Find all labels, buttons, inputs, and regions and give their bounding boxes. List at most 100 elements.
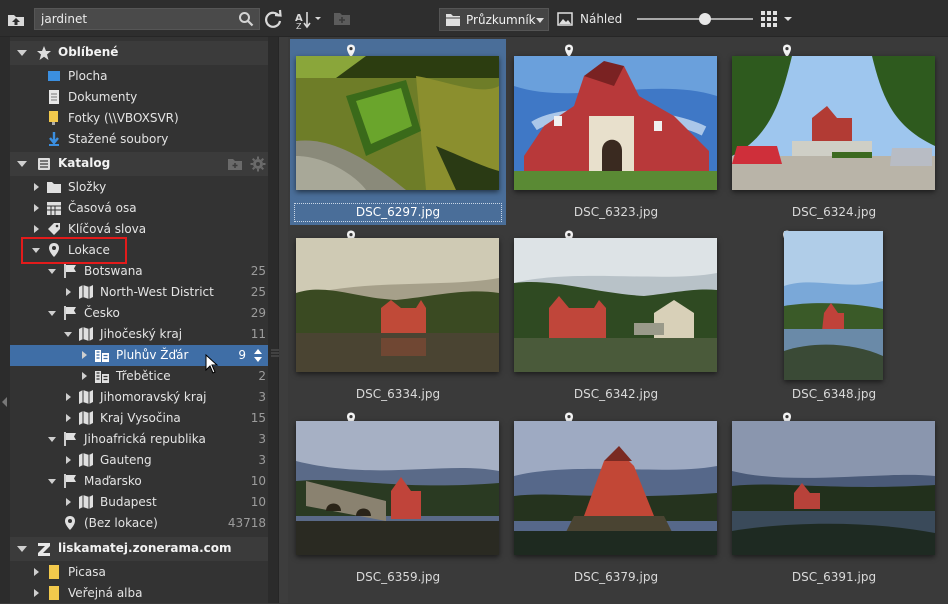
thumbnail-tile[interactable]: DSC_6359.jpg — [290, 407, 506, 593]
favorite-item-desktop[interactable]: Plocha — [10, 66, 268, 87]
network-folder-icon — [49, 111, 58, 125]
favorite-item-downloads[interactable]: Stažené soubory — [10, 129, 268, 150]
collapse-icon[interactable] — [64, 332, 72, 337]
zonerama-item-public-albums[interactable]: Veřejná alba — [10, 583, 268, 604]
location-label: Budapest — [100, 495, 157, 509]
favorite-item-photos[interactable]: Fotky (\\VBOXSVR) — [10, 108, 268, 129]
location-label: Česko — [84, 306, 120, 320]
refresh-icon[interactable] — [263, 9, 283, 29]
thumbnail-tile[interactable]: DSC_6379.jpg — [508, 407, 724, 593]
panel-collapse-strip[interactable] — [0, 37, 10, 603]
expand-icon[interactable] — [82, 372, 87, 380]
location-pin-icon — [65, 516, 75, 530]
calendar-icon — [47, 202, 61, 215]
explorer-dropdown[interactable]: Průzkumník — [439, 8, 549, 31]
thumbnail-tile[interactable]: DSC_6334.jpg — [290, 225, 506, 411]
thumbnail-tile[interactable]: DSC_6342.jpg — [508, 225, 724, 411]
desktop-icon — [48, 71, 60, 81]
expand-icon[interactable] — [66, 456, 71, 464]
expand-icon[interactable] — [66, 414, 71, 422]
thumbnail-size-slider[interactable] — [637, 13, 753, 25]
expand-icon[interactable] — [34, 589, 39, 597]
zonerama-logo-icon — [38, 543, 50, 556]
location-madarsko[interactable]: Maďarsko 10 — [10, 471, 268, 492]
thumbnail-tile[interactable]: DSC_6391.jpg — [726, 407, 942, 593]
location-jihomoravsky-kraj[interactable]: Jihomoravský kraj 3 — [10, 387, 268, 408]
location-north-west-district[interactable]: North-West District 25 — [10, 282, 268, 303]
thumbnail-filename: DSC_6323.jpg — [573, 205, 659, 219]
thumbnail-tile[interactable]: DSC_6323.jpg — [508, 39, 724, 225]
photo-thumbnail[interactable] — [514, 421, 717, 555]
thumbnail-filename: DSC_6297.jpg — [355, 205, 441, 219]
location-trebetice[interactable]: Třebětice 2 — [10, 366, 268, 387]
zonerama-label: Picasa — [68, 565, 106, 579]
thumbnail-filename: DSC_6359.jpg — [355, 570, 441, 584]
thumbnail-tile[interactable]: DSC_6297.jpg — [290, 39, 506, 225]
collapse-icon[interactable] — [17, 161, 27, 167]
collapse-icon[interactable] — [48, 437, 56, 442]
drag-handle-icon[interactable] — [271, 348, 279, 358]
add-folder-icon[interactable] — [227, 156, 243, 171]
location-cesko[interactable]: Česko 29 — [10, 303, 268, 324]
catalog-item-folders[interactable]: Složky — [10, 177, 268, 198]
location-botswana[interactable]: Botswana 25 — [10, 261, 268, 282]
search-icon[interactable] — [238, 11, 254, 27]
expand-icon[interactable] — [66, 393, 71, 401]
expand-icon[interactable] — [82, 351, 87, 359]
expand-icon[interactable] — [34, 568, 39, 576]
location-count: 9 — [238, 348, 246, 362]
photo-thumbnail[interactable] — [784, 231, 883, 380]
photo-thumbnail[interactable] — [296, 56, 499, 190]
catalog-header[interactable]: Katalog — [10, 152, 268, 176]
expand-icon[interactable] — [34, 183, 39, 191]
favorites-header[interactable]: Oblíbené — [10, 41, 268, 65]
preview-button[interactable]: Náhled — [556, 8, 626, 31]
location-gauteng[interactable]: Gauteng 3 — [10, 450, 268, 471]
location-budapest[interactable]: Budapest 10 — [10, 492, 268, 513]
photo-thumbnail[interactable] — [732, 421, 935, 555]
photo-thumbnail[interactable] — [514, 238, 717, 372]
gear-icon[interactable] — [250, 156, 266, 172]
photo-thumbnail[interactable] — [296, 421, 499, 555]
location-count: 29 — [250, 306, 266, 320]
collapse-icon[interactable] — [48, 269, 56, 274]
new-folder-icon[interactable] — [333, 10, 351, 26]
location-pluhuv-zdar[interactable]: Pluhův Žďár 9 — [10, 345, 268, 366]
slider-handle[interactable] — [699, 13, 711, 25]
collapse-icon[interactable] — [17, 546, 27, 552]
album-icon — [49, 586, 59, 600]
zonerama-item-picasa[interactable]: Picasa — [10, 562, 268, 583]
reorder-arrows-icon[interactable] — [253, 348, 263, 363]
expand-icon[interactable] — [34, 204, 39, 212]
thumbnail-tile[interactable]: DSC_6324.jpg — [726, 39, 942, 225]
search-box[interactable] — [34, 8, 260, 30]
search-input[interactable] — [35, 9, 235, 29]
collapse-icon[interactable] — [17, 50, 27, 56]
collapse-icon[interactable] — [48, 479, 56, 484]
location-jihocesky-kraj[interactable]: Jihočeský kraj 11 — [10, 324, 268, 345]
zonerama-header[interactable]: liskamatej.zonerama.com — [10, 537, 268, 561]
thumbnail-tile[interactable]: DSC_6348.jpg — [726, 225, 942, 411]
map-icon — [79, 327, 93, 341]
photo-thumbnail[interactable] — [514, 56, 717, 190]
location-kraj-vysocina[interactable]: Kraj Vysočina 15 — [10, 408, 268, 429]
expand-icon[interactable] — [66, 498, 71, 506]
favorite-item-documents[interactable]: Dokumenty — [10, 87, 268, 108]
location-none[interactable]: (Bez lokace) 43718 — [10, 513, 268, 534]
photo-thumbnail[interactable] — [732, 56, 935, 190]
expand-icon[interactable] — [34, 225, 39, 233]
collapse-left-icon[interactable] — [2, 397, 7, 407]
folder-up-icon[interactable] — [6, 9, 26, 29]
panel-splitter[interactable] — [278, 37, 288, 603]
photo-thumbnail[interactable] — [296, 238, 499, 372]
catalog-item-timeline[interactable]: Časová osa — [10, 198, 268, 219]
location-count: 11 — [250, 327, 266, 341]
sort-icon[interactable]: A Z — [294, 9, 324, 29]
expand-icon[interactable] — [66, 288, 71, 296]
zonerama-title: liskamatej.zonerama.com — [58, 541, 232, 555]
collapse-icon[interactable] — [48, 311, 56, 316]
location-label: Gauteng — [100, 453, 152, 467]
grid-view-icon[interactable] — [760, 10, 794, 28]
location-jihoafricka-republika[interactable]: Jihoafrická republika 3 — [10, 429, 268, 450]
navigator-scrollbar[interactable] — [268, 37, 278, 603]
